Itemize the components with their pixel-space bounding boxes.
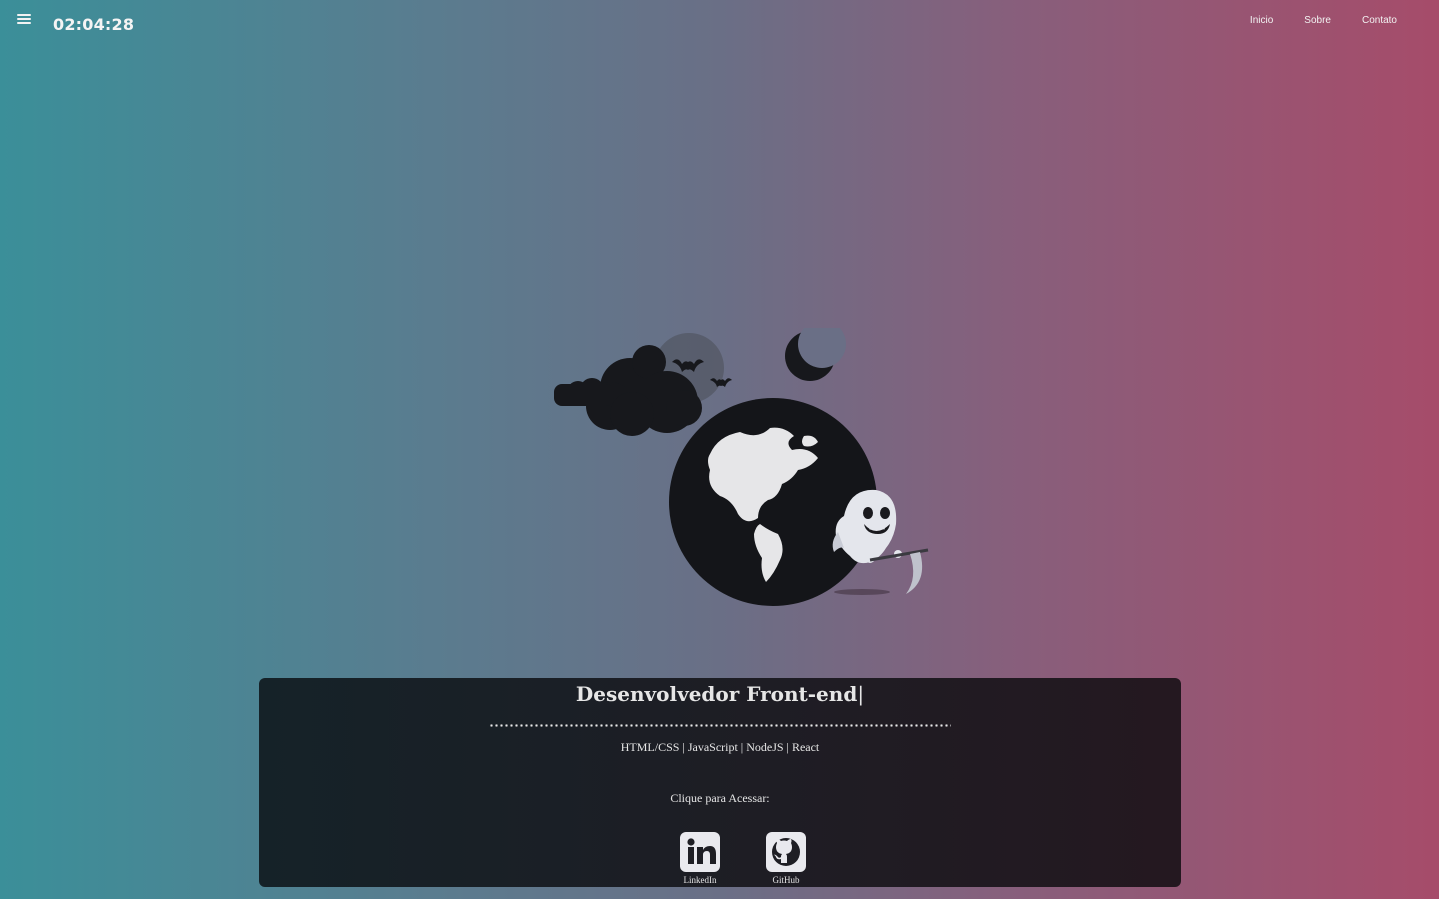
typing-caret: |: [857, 682, 865, 706]
hamburger-icon: [17, 14, 31, 16]
linkedin-label: LinkedIn: [683, 875, 717, 885]
nav-link-sobre[interactable]: Sobre: [1304, 15, 1331, 26]
skills-line: HTML/CSS | JavaScript | NodeJS | React: [620, 740, 820, 754]
crescent-moon-icon: [785, 320, 846, 381]
linkedin-tile[interactable]: [680, 832, 720, 872]
github-icon: [772, 838, 800, 866]
nav-link-contato[interactable]: Contato: [1362, 15, 1397, 26]
clock: 02:04:28: [53, 15, 135, 34]
globe-icon: [669, 398, 877, 606]
dotted-divider: [489, 724, 951, 727]
cta-text: Clique para Acessar:: [670, 791, 770, 805]
menu-button[interactable]: [17, 14, 31, 26]
ghost-shadow: [834, 589, 890, 595]
github-tile[interactable]: [766, 832, 806, 872]
globe-ghost-reaper-illustration: [554, 320, 929, 606]
title-text: Desenvolvedor Front-end: [575, 682, 858, 706]
hero-illustration: [552, 320, 932, 610]
linkedin-link[interactable]: LinkedIn: [680, 832, 720, 885]
top-nav: Inicio Sobre Contato: [1219, 15, 1397, 26]
nav-link-inicio[interactable]: Inicio: [1250, 15, 1273, 26]
github-link[interactable]: GitHub: [766, 832, 806, 885]
github-label: GitHub: [772, 875, 800, 885]
linkedin-icon: [687, 838, 716, 864]
page-title: Desenvolvedor Front-end|: [259, 682, 1181, 706]
profile-card: Desenvolvedor Front-end| HTML/CSS | Java…: [259, 678, 1181, 887]
